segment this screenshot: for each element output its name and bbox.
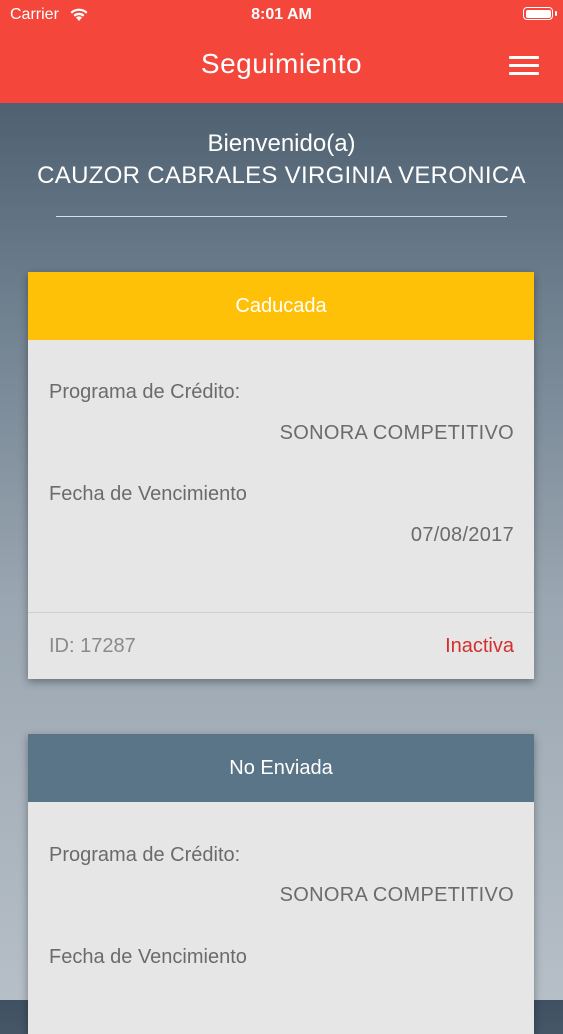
user-name: CAUZOR CABRALES VIRGINIA VERONICA: [37, 162, 526, 189]
hamburger-menu-icon[interactable]: [509, 56, 539, 76]
application-card[interactable]: No Enviada Programa de Crédito: SONORA C…: [28, 734, 534, 1034]
card-status-title: No Enviada: [229, 757, 333, 779]
divider: [56, 216, 507, 217]
application-card[interactable]: Caducada Programa de Crédito: SONORA COM…: [28, 272, 534, 679]
card-status-title: Caducada: [235, 295, 327, 317]
program-value: SONORA COMPETITIVO: [279, 884, 514, 906]
program-value: SONORA COMPETITIVO: [279, 422, 514, 444]
app-header: Carrier 8:01 AM Seguimiento: [0, 0, 563, 103]
status-badge: Inactiva: [445, 635, 514, 657]
card-body: Programa de Crédito: SONORA COMPETITIVO …: [28, 802, 534, 1034]
application-id: ID: 17287: [49, 635, 136, 657]
due-date-label: Fecha de Vencimiento: [49, 946, 247, 968]
card-body: Programa de Crédito: SONORA COMPETITIVO …: [28, 340, 534, 679]
due-date-label: Fecha de Vencimiento: [49, 483, 247, 505]
due-date-value: 07/08/2017: [410, 524, 514, 546]
program-label: Programa de Crédito:: [49, 381, 241, 403]
page-title: Seguimiento: [200, 48, 363, 79]
card-status-header: No Enviada: [28, 734, 534, 802]
clock: 8:01 AM: [251, 6, 312, 23]
status-bar: Carrier 8:01 AM: [0, 0, 563, 30]
program-label: Programa de Crédito:: [49, 844, 241, 866]
battery-icon: [523, 7, 557, 20]
card-footer: ID: 17287 Inactiva: [28, 612, 534, 680]
welcome-greeting: Bienvenido(a): [207, 130, 356, 157]
card-status-header: Caducada: [28, 272, 534, 340]
welcome-section: Bienvenido(a) CAUZOR CABRALES VIRGINIA V…: [0, 130, 563, 190]
